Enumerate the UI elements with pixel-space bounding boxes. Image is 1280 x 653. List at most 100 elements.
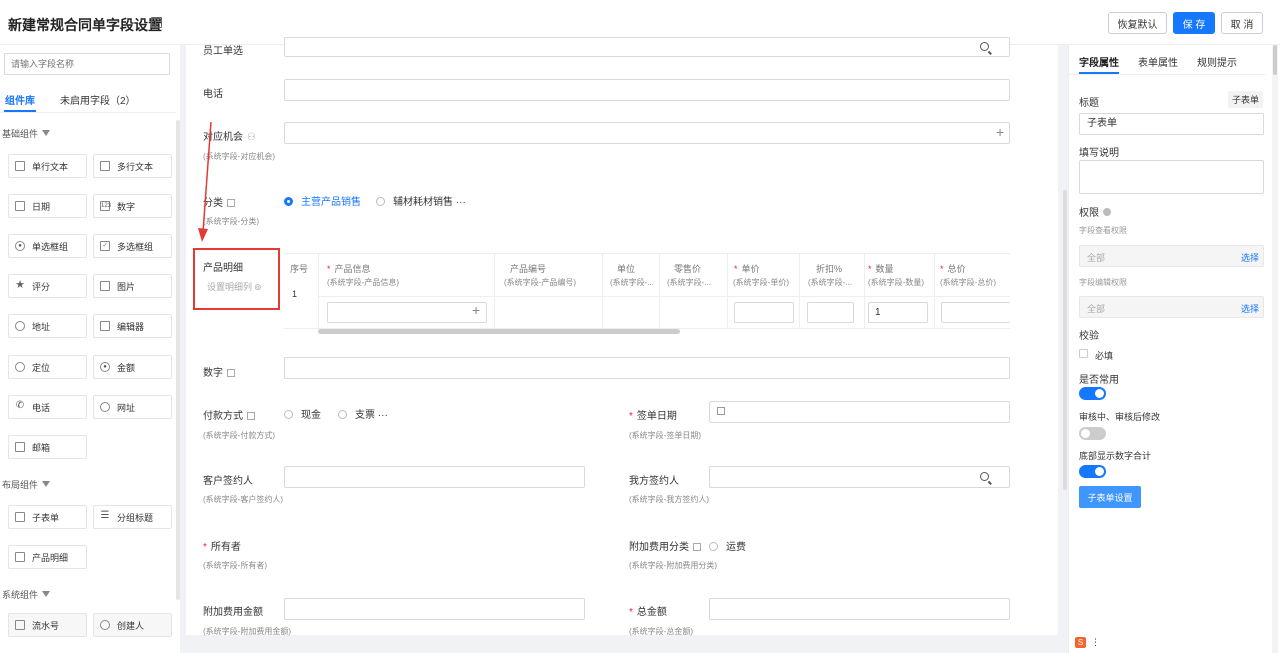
- payment-option-check[interactable]: 支票 ···: [338, 406, 388, 421]
- search-icon[interactable]: [980, 472, 989, 481]
- field-search-input[interactable]: [4, 53, 170, 75]
- total-price-input[interactable]: [941, 302, 1010, 323]
- section-basic-components[interactable]: 基础组件: [2, 127, 51, 140]
- view-permission-choose-link[interactable]: 选择: [1241, 251, 1259, 264]
- annotation-arrow: [198, 121, 212, 242]
- more-dots-icon[interactable]: ⋮: [1091, 637, 1100, 648]
- category-option-aux[interactable]: 辅材耗材销售 ···: [376, 193, 466, 208]
- component-subform[interactable]: 子表单: [8, 505, 87, 529]
- component-phone[interactable]: ✆ 电话: [8, 395, 87, 419]
- canvas-scrollbar[interactable]: [1063, 190, 1067, 490]
- required-label: 必填: [1095, 351, 1114, 361]
- number-input[interactable]: [284, 357, 1010, 379]
- component-number[interactable]: 123 数字: [93, 194, 172, 218]
- component-email[interactable]: 邮箱: [8, 435, 87, 459]
- title-input[interactable]: 子表单: [1079, 113, 1264, 135]
- common-use-toggle[interactable]: [1079, 387, 1106, 400]
- subform-settings-button[interactable]: 子表单设置: [1079, 486, 1141, 508]
- component-editor[interactable]: 编辑器: [93, 314, 172, 338]
- layout-icon[interactable]: [151, 17, 162, 28]
- info-icon[interactable]: [1103, 208, 1111, 216]
- editor-icon: [100, 321, 110, 331]
- edit-permission-choose-link[interactable]: 选择: [1241, 302, 1259, 315]
- component-library-panel: 组件库 未启用字段（2） 基础组件 单行文本 多行文本 日期 123数字 ●单选…: [0, 45, 180, 653]
- page-title: 新建常规合同单字段设置: [8, 17, 162, 33]
- sign-date-input[interactable]: [709, 401, 1010, 423]
- col-divider: [494, 254, 495, 329]
- set-detail-columns-link[interactable]: 设置明细列 ⊚: [207, 280, 262, 293]
- properties-panel: 字段属性 表单属性 规则提示 标题 子表单 子表单 填写说明 权限 字段查看权限…: [1068, 45, 1280, 653]
- component-amount[interactable]: ● 金额: [93, 355, 172, 379]
- plus-icon[interactable]: +: [996, 124, 1004, 140]
- right-scrollbar-thumb[interactable]: [1273, 45, 1277, 75]
- table-icon: [15, 552, 25, 562]
- component-radio-group[interactable]: ● 单选框组: [8, 234, 87, 258]
- category-option-main[interactable]: 主营产品销售: [284, 193, 361, 208]
- component-location[interactable]: 定位: [8, 355, 87, 379]
- quantity-input[interactable]: 1: [868, 302, 928, 323]
- field-total-amount-label: * 总金额: [629, 607, 667, 618]
- component-url[interactable]: 网址: [93, 395, 172, 419]
- th-total-price: * 总价: [940, 264, 966, 274]
- settings-icon: ⊚: [254, 282, 262, 292]
- validation-label: 校验: [1079, 331, 1099, 342]
- tab-unused-fields[interactable]: 未启用字段（2）: [60, 92, 136, 107]
- cancel-button[interactable]: 取 消: [1221, 12, 1263, 34]
- component-multi-line-text[interactable]: 多行文本: [93, 154, 172, 178]
- tab-component-library[interactable]: 组件库: [5, 92, 35, 107]
- product-info-input[interactable]: [327, 302, 487, 323]
- table-horizontal-scrollbar[interactable]: [318, 329, 680, 334]
- tab-form-properties[interactable]: 表单属性: [1138, 54, 1178, 69]
- tab-field-properties[interactable]: 字段属性: [1079, 54, 1119, 69]
- radio-checked-icon: [284, 197, 293, 206]
- right-scrollbar-track: [1272, 45, 1278, 653]
- component-group-title[interactable]: ☰ 分组标题: [93, 505, 172, 529]
- col-divider: [799, 254, 800, 329]
- app-logo-icon[interactable]: S: [1075, 637, 1086, 648]
- component-checkbox-group[interactable]: ✓ 多选框组: [93, 234, 172, 258]
- payment-option-cash[interactable]: 现金: [284, 406, 321, 421]
- opportunity-input[interactable]: [284, 122, 1010, 144]
- search-icon[interactable]: [980, 42, 989, 51]
- component-address[interactable]: 地址: [8, 314, 87, 338]
- tab-rule-hints[interactable]: 规则提示: [1197, 54, 1237, 69]
- list-icon: [247, 412, 255, 420]
- component-rating[interactable]: ★ 评分: [8, 274, 87, 298]
- unit-price-input[interactable]: [734, 302, 794, 323]
- plus-icon[interactable]: +: [472, 302, 480, 318]
- col-divider: [318, 254, 319, 329]
- col-divider: [934, 254, 935, 329]
- component-creator[interactable]: 创建人: [93, 613, 172, 637]
- field-extra-amount-sub: (系统字段-附加费用金额): [203, 627, 291, 636]
- review-edit-toggle[interactable]: [1079, 427, 1106, 440]
- required-checkbox[interactable]: [1079, 349, 1088, 358]
- col-divider: [602, 254, 603, 329]
- total-amount-input[interactable]: [709, 598, 1010, 620]
- customer-signer-input[interactable]: [284, 466, 585, 488]
- radio-icon: [338, 410, 347, 419]
- discount-input[interactable]: [807, 302, 854, 323]
- component-date[interactable]: 日期: [8, 194, 87, 218]
- our-signer-input[interactable]: [709, 466, 1010, 488]
- bottom-sum-toggle[interactable]: [1079, 465, 1106, 478]
- number-icon: 123: [100, 201, 112, 211]
- description-textarea[interactable]: [1079, 160, 1264, 194]
- extra-amount-input[interactable]: [284, 598, 585, 620]
- col-divider: [727, 254, 728, 329]
- section-layout-components[interactable]: 布局组件: [2, 478, 51, 491]
- phone-input[interactable]: [284, 79, 1010, 101]
- extra-category-option-freight[interactable]: 运费: [709, 538, 746, 553]
- component-serial-number[interactable]: 流水号: [8, 613, 87, 637]
- component-single-line-text[interactable]: 单行文本: [8, 154, 87, 178]
- component-image[interactable]: 图片: [93, 274, 172, 298]
- component-product-detail[interactable]: 产品明细: [8, 545, 87, 569]
- th-product-info-sub: (系统字段-产品信息): [327, 278, 399, 287]
- radio-icon: [284, 410, 293, 419]
- section-system-components[interactable]: 系统组件: [2, 588, 51, 601]
- restore-default-button[interactable]: 恢复默认: [1108, 12, 1167, 34]
- view-permission-label: 字段查看权限: [1079, 226, 1127, 235]
- calendar-icon[interactable]: [717, 407, 725, 415]
- save-button[interactable]: 保 存: [1173, 12, 1215, 34]
- employee-select-input[interactable]: [284, 37, 1010, 57]
- th-product-info: * 产品信息: [327, 264, 371, 274]
